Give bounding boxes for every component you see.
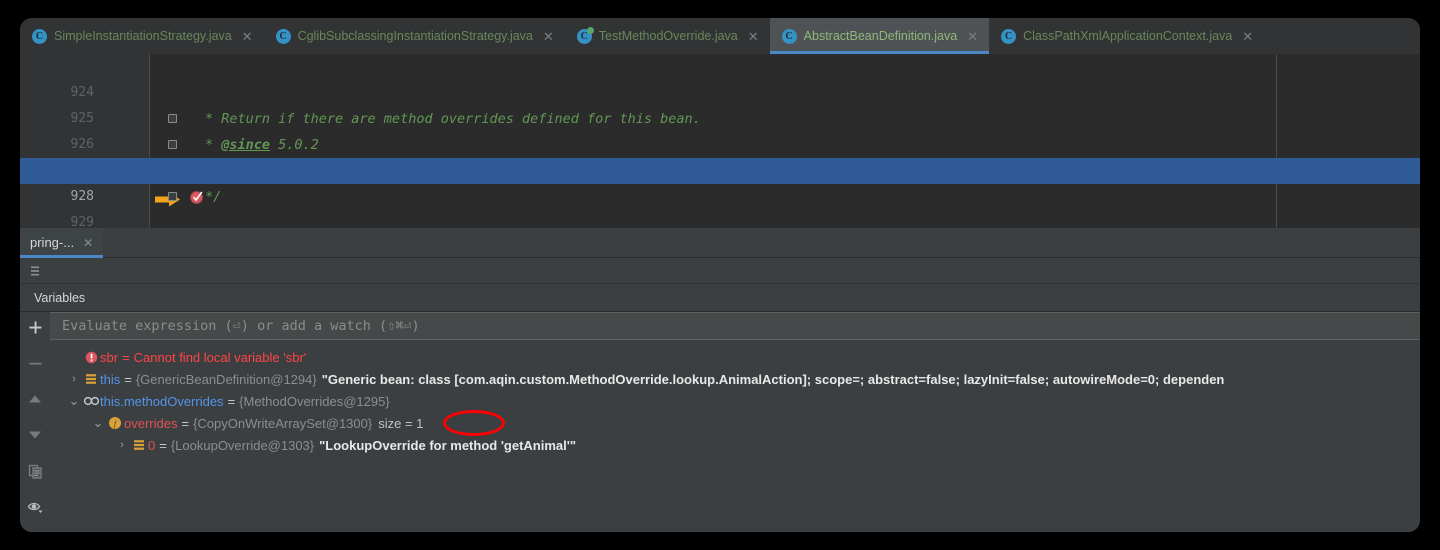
equals-sign: = [122,349,130,365]
code-line-926: 926 */ [20,106,1420,205]
equals-sign: = [227,393,236,409]
chevron-down-icon[interactable]: ⌄ [66,393,82,409]
variable-row-overrides[interactable]: ⌄ f overrides = {CopyOnWriteArraySet@130… [50,412,1420,434]
variables-tree-area[interactable]: Evaluate expression (⏎) or add a watch (… [50,312,1420,532]
close-icon[interactable]: ✕ [83,237,93,249]
java-class-icon: C [781,28,797,44]
variable-name: overrides [124,415,178,431]
code-editor[interactable]: 924 * Return if there are method overrid… [20,54,1420,228]
copy-value-button[interactable] [24,461,46,481]
editor-tab-label: AbstractBeanDefinition.java [803,29,958,43]
ide-window: C SimpleInstantiationStrategy.java ✕ C C… [20,18,1420,532]
code-line-924: 924 * Return if there are method overrid… [20,54,1420,127]
variables-panel-header: Variables [20,284,1420,312]
editor-tab-label: CglibSubclassingInstantiationStrategy.ja… [297,29,533,43]
variable-reference: {LookupOverride@1303} [170,437,315,453]
fold-collapse-icon[interactable] [168,140,177,149]
editor-tab-label: ClassPathXmlApplicationContext.java [1023,29,1233,43]
java-class-icon: C [32,28,47,44]
debug-toolbar [20,258,1420,284]
variable-name: sbr [100,349,119,365]
variable-reference: {GenericBeanDefinition@1294} [135,371,317,387]
variables-tree[interactable]: sbr = Cannot find local variable 'sbr' › [50,340,1420,456]
variable-reference: {CopyOnWriteArraySet@1300} [193,415,373,431]
chevron-right-icon[interactable]: › [66,373,82,385]
equals-sign: = [159,437,167,453]
variable-name: 0 [148,437,156,453]
java-class-icon: C [1001,28,1017,44]
watch-visibility-button[interactable] [24,497,46,517]
variables-side-toolbar [20,312,50,532]
code-line-928-current: 928 return !this.methodOverrides.isEmpty… [20,158,1420,207]
equals-sign: = [181,415,190,431]
variable-row-element-0[interactable]: › 0 = {LookupOverride@1303} "LookupOverr… [50,434,1420,456]
remove-watch-button[interactable] [24,353,46,373]
object-field-icon [130,439,148,451]
variables-header-label: Variables [34,290,86,305]
variable-value: "LookupOverride for method 'getAnimal'" [319,437,577,453]
debug-session-tab[interactable]: pring-... ✕ [20,227,104,258]
watch-icon [82,395,100,407]
close-icon[interactable]: ✕ [1242,30,1253,43]
variable-row-this-methodoverrides[interactable]: ⌄ this.methodOverrides = {MethodOverride… [50,390,1420,412]
fold-marker-icon[interactable] [168,192,177,201]
final-field-icon: f [106,416,124,430]
close-icon[interactable]: ✕ [242,30,253,43]
code-line-929: 929 } [20,184,1420,228]
code-line-927: 927 public boolean hasMethodOverrides() … [20,132,1420,181]
equals-sign: = [124,371,132,387]
move-down-button[interactable] [24,425,46,445]
variable-reference: {MethodOverrides@1295} [239,393,390,409]
editor-tab-cglibsubclassinginstantiationstrategy[interactable]: C CglibSubclassingInstantiationStrategy.… [264,18,565,54]
fold-marker-icon[interactable] [168,114,177,123]
chevron-down-icon[interactable]: ⌄ [90,415,106,431]
debug-variables-panel: Evaluate expression (⏎) or add a watch (… [20,312,1420,532]
variable-row-this[interactable]: › this = {GenericBeanDefinition@1294} "G… [50,368,1420,390]
code-line-925: 925 * @since 5.0.2 [20,80,1420,153]
editor-tab-abstractbeandefinition[interactable]: C AbstractBeanDefinition.java ✕ [769,18,990,54]
close-icon[interactable]: ✕ [543,30,554,43]
close-icon[interactable]: ✕ [748,30,759,43]
variable-name: this [100,371,121,387]
java-class-icon: C [275,28,291,44]
layout-settings-icon[interactable] [25,261,47,281]
chevron-right-icon[interactable]: › [114,439,130,451]
editor-tab-testmethodoverride[interactable]: C TestMethodOverride.java ✕ [565,18,770,54]
active-tab-underline [20,254,104,258]
line-number: 929 [70,215,94,228]
editor-tab-simpleinstantiationstrategy[interactable]: C SimpleInstantiationStrategy.java ✕ [20,18,264,54]
editor-tab-label: SimpleInstantiationStrategy.java [54,29,232,43]
editor-tab-bar: C SimpleInstantiationStrategy.java ✕ C C… [20,18,1420,54]
variable-row-sbr[interactable]: sbr = Cannot find local variable 'sbr' [50,346,1420,368]
evaluate-expression-input[interactable]: Evaluate expression (⏎) or add a watch (… [50,312,1420,340]
debug-session-tab-label: pring-... [30,235,75,250]
java-class-runnable-icon: C [576,26,594,44]
editor-tab-label: TestMethodOverride.java [598,29,738,43]
error-icon [82,351,100,364]
variable-value: "Generic bean: class [com.aqin.custom.Me… [321,371,1225,387]
debug-session-tab-strip: pring-... ✕ [20,227,1420,258]
variable-name: this.methodOverrides [100,393,224,409]
collection-size-label: size = 1 [378,415,424,431]
move-up-button[interactable] [24,389,46,409]
evaluate-expression-placeholder: Evaluate expression (⏎) or add a watch (… [62,318,420,334]
variable-error-value: Cannot find local variable 'sbr' [133,349,307,365]
editor-tab-classpathxmlapplicationcontext[interactable]: C ClassPathXmlApplicationContext.java ✕ [989,18,1264,54]
add-watch-button[interactable] [24,317,46,337]
object-field-icon [82,373,100,385]
close-icon[interactable]: ✕ [967,30,978,43]
